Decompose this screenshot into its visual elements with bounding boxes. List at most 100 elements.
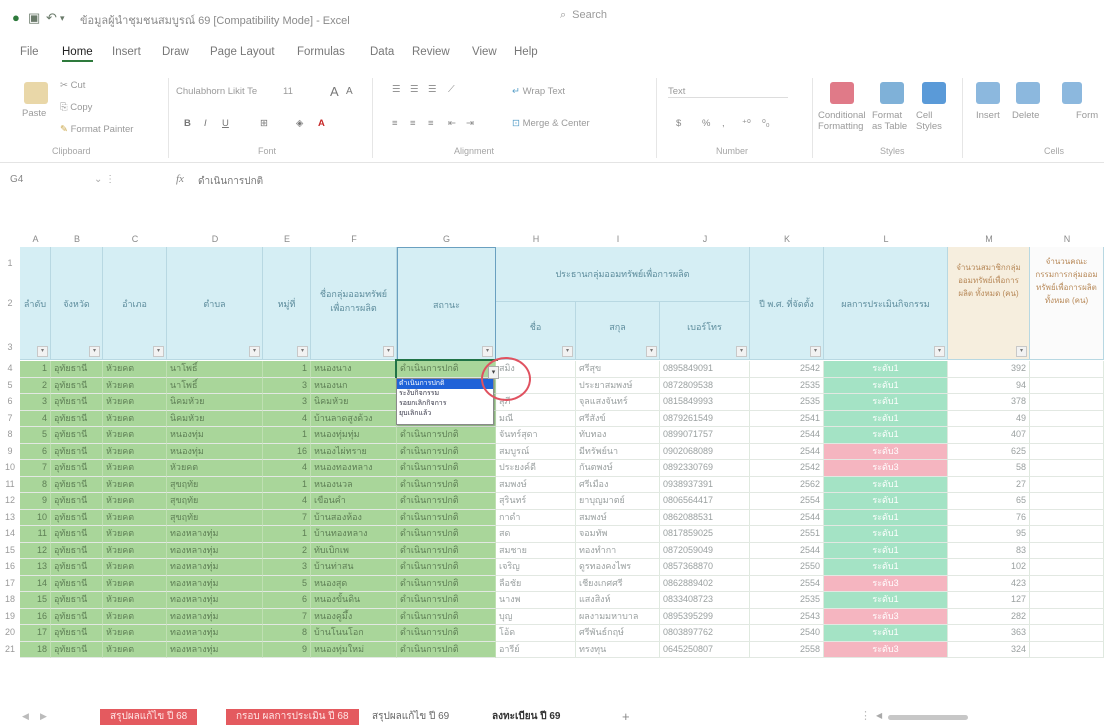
dropdown-option[interactable]: ยุบเลิกแล้ว — [397, 409, 493, 419]
table-cell-l[interactable]: ระดับ1 — [824, 377, 948, 394]
row-header[interactable]: 17 — [0, 578, 20, 588]
undo-dropdown-icon[interactable]: ▾ — [60, 13, 65, 24]
table-cell-h[interactable]: สด — [496, 526, 576, 543]
column-header-l[interactable]: L — [824, 232, 948, 247]
format-as-table-button[interactable]: Format as Table — [872, 110, 912, 132]
table-cell-b[interactable]: อุทัยธานี — [51, 443, 103, 460]
table-cell-m[interactable]: 83 — [948, 542, 1030, 559]
name-box-dropdown-icon[interactable]: ⌄ ⋮ — [94, 174, 115, 185]
table-cell-i[interactable]: ประยาสมพงษ์ — [576, 377, 660, 394]
table-cell-k[interactable]: 2551 — [750, 526, 824, 543]
scroll-left-icon[interactable]: ◀ — [876, 711, 882, 720]
table-cell-h[interactable]: สมบูรณ์ — [496, 443, 576, 460]
menu-data[interactable]: Data — [370, 46, 394, 58]
table-cell-b[interactable]: อุทัยธานี — [51, 460, 103, 477]
align-left-icon[interactable]: ≡ — [392, 118, 398, 129]
table-cell-g[interactable]: ดำเนินการปกติ — [397, 608, 496, 625]
menu-page-layout[interactable]: Page Layout — [210, 46, 275, 58]
table-cell-l[interactable]: ระดับ1 — [824, 509, 948, 526]
column-header-n[interactable]: N — [1030, 232, 1104, 247]
table-cell-j[interactable]: 0806564417 — [660, 493, 750, 510]
column-header-e[interactable]: E — [263, 232, 311, 247]
table-cell-h[interactable]: ประยงค์ดี — [496, 460, 576, 477]
filter-dropdown-icon[interactable]: ▾ — [297, 346, 308, 357]
table-cell-h[interactable]: สมชาย — [496, 542, 576, 559]
tab-scroll-right-icon[interactable]: ▶ — [40, 711, 47, 722]
dropdown-option[interactable]: ดำเนินการปกติ — [397, 379, 493, 389]
table-cell-f[interactable]: บ้านโนนโอก — [311, 625, 397, 642]
table-cell-m[interactable]: 127 — [948, 592, 1030, 609]
table-cell-e[interactable]: 7 — [263, 608, 311, 625]
table-cell-k[interactable]: 2550 — [750, 559, 824, 576]
table-cell-l[interactable]: ระดับ1 — [824, 410, 948, 427]
table-cell-n[interactable]: 9 — [20, 493, 51, 510]
table-cell-f[interactable]: บ้านทองหลาง — [311, 526, 397, 543]
paste-button[interactable]: Paste — [22, 108, 46, 119]
table-cell-f[interactable]: หนองสุด — [311, 575, 397, 592]
table-cell-h[interactable]: มณี — [496, 410, 576, 427]
table-cell-n[interactable]: 1 — [20, 361, 51, 378]
table-cell-j[interactable]: 0892330769 — [660, 460, 750, 477]
table-cell-l[interactable]: ระดับ3 — [824, 460, 948, 477]
sheet-tab-2[interactable]: กรอบ ผลการประเมิน ปี 68 — [226, 709, 359, 725]
table-cell-g[interactable]: ดำเนินการปกติ — [397, 575, 496, 592]
table-cell-m[interactable]: 392 — [948, 361, 1030, 378]
align-top-icon[interactable]: ☰ — [392, 84, 401, 95]
table-cell-l[interactable]: ระดับ1 — [824, 526, 948, 543]
table-cell-c[interactable]: หัวยคต — [103, 443, 167, 460]
table-cell-l[interactable]: ระดับ3 — [824, 443, 948, 460]
table-cell-l[interactable]: ระดับ1 — [824, 394, 948, 411]
table-cell-k[interactable]: 2535 — [750, 394, 824, 411]
search-box[interactable]: ⌕ Search — [560, 9, 607, 22]
table-cell-f[interactable]: นิคมหัวย — [311, 394, 397, 411]
table-cell-l[interactable]: ระดับ1 — [824, 592, 948, 609]
table-cell-d[interactable]: หนองทุ่ม — [167, 427, 263, 444]
font-size-select[interactable]: 11 — [283, 86, 293, 97]
table-cell-b[interactable]: อุทัยธานี — [51, 526, 103, 543]
tab-scroll-left-icon[interactable]: ◀ — [22, 711, 29, 722]
table-cell-d[interactable]: หนองทุ่ม — [167, 443, 263, 460]
table-cell-b[interactable]: อุทัยธานี — [51, 361, 103, 378]
column-header-h[interactable]: H — [496, 232, 576, 247]
align-right-icon[interactable]: ≡ — [428, 118, 434, 129]
table-cell-m[interactable]: 102 — [948, 559, 1030, 576]
status-dropdown-list[interactable]: ดำเนินการปกติ ระงับกิจกรรม รอยกเลิกกิจกา… — [396, 378, 494, 425]
table-cell-h[interactable]: โอ้ด — [496, 625, 576, 642]
table-cell-c[interactable]: หัวยคต — [103, 410, 167, 427]
table-cell-x[interactable] — [1030, 476, 1104, 493]
table-cell-j[interactable]: 0803897762 — [660, 625, 750, 642]
font-color-icon[interactable]: A — [318, 118, 325, 129]
table-cell-n[interactable]: 11 — [20, 526, 51, 543]
table-cell-k[interactable]: 2558 — [750, 641, 824, 658]
table-cell-m[interactable]: 423 — [948, 575, 1030, 592]
table-cell-m[interactable]: 27 — [948, 476, 1030, 493]
table-cell-h[interactable]: นางพ — [496, 592, 576, 609]
table-cell-f[interactable]: หนองคูมึ้ง — [311, 608, 397, 625]
table-cell-n[interactable]: 15 — [20, 592, 51, 609]
table-cell-x[interactable] — [1030, 377, 1104, 394]
currency-icon[interactable]: $ — [676, 118, 681, 129]
table-cell-g[interactable]: ดำเนินการปกติ — [397, 625, 496, 642]
table-cell-e[interactable]: 8 — [263, 625, 311, 642]
header-cell-phone[interactable]: เบอร์โทร ▾ — [660, 302, 750, 360]
table-cell-e[interactable]: 1 — [263, 476, 311, 493]
header-cell-year[interactable]: ปี พ.ศ. ที่จัดตั้ง ▾ — [750, 247, 824, 360]
table-cell-i[interactable]: ยาบุญมาตย์ — [576, 493, 660, 510]
decrease-decimal-icon[interactable]: ⁰₀ — [762, 118, 770, 129]
table-cell-j[interactable]: 0895395299 — [660, 608, 750, 625]
table-cell-m[interactable]: 625 — [948, 443, 1030, 460]
table-cell-g[interactable]: ดำเนินการปกติ — [397, 443, 496, 460]
filter-dropdown-icon[interactable]: ▾ — [646, 346, 657, 357]
align-bottom-icon[interactable]: ☰ — [428, 84, 437, 95]
table-cell-e[interactable]: 1 — [263, 361, 311, 378]
table-cell-m[interactable]: 95 — [948, 526, 1030, 543]
italic-icon[interactable]: I — [204, 118, 207, 129]
table-cell-m[interactable]: 49 — [948, 410, 1030, 427]
column-header-i[interactable]: I — [576, 232, 660, 247]
menu-insert[interactable]: Insert — [112, 46, 141, 58]
sheet-tab-4[interactable]: ลงทะเบียน ปี 69 — [482, 709, 570, 725]
table-cell-e[interactable]: 4 — [263, 493, 311, 510]
table-cell-i[interactable]: ทรงทุน — [576, 641, 660, 658]
table-cell-e[interactable]: 6 — [263, 592, 311, 609]
table-cell-n[interactable]: 14 — [20, 575, 51, 592]
